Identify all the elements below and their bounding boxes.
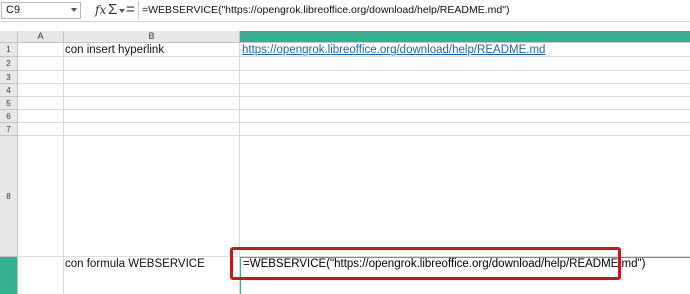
row-header-4[interactable]: 4: [0, 84, 18, 97]
formula-bar: C9 fx Σ = =WEBSERVICE("https://opengrok.…: [0, 0, 690, 22]
formula-icon[interactable]: =: [126, 1, 135, 18]
chevron-down-icon[interactable]: [71, 8, 77, 12]
highlight-annotation-box: [230, 247, 621, 280]
gridline: [18, 135, 690, 136]
gridline: [18, 122, 690, 123]
row-header-9[interactable]: [0, 257, 18, 294]
gridline: [18, 109, 690, 110]
formula-input[interactable]: =WEBSERVICE("https://opengrok.libreoffic…: [138, 2, 690, 19]
row-header-1[interactable]: 1: [0, 43, 18, 57]
sum-dropdown-icon[interactable]: [119, 9, 125, 13]
row-header-8[interactable]: 8: [0, 136, 18, 257]
column-header-a[interactable]: A: [18, 31, 64, 43]
gridline: [18, 83, 690, 84]
row-header-3[interactable]: 3: [0, 71, 18, 84]
gridline: [63, 43, 64, 294]
hyperlink-cell-c2[interactable]: https://opengrok.libreoffice.org/downloa…: [242, 43, 545, 57]
name-box[interactable]: C9: [1, 2, 81, 19]
column-header-b[interactable]: B: [64, 31, 240, 43]
column-header-c[interactable]: [240, 31, 690, 43]
row-header-7[interactable]: 7: [0, 123, 18, 136]
row-header-5[interactable]: 5: [0, 97, 18, 110]
cell-b9[interactable]: con formula WEBSERVICE: [65, 257, 205, 271]
name-box-value: C9: [6, 4, 21, 16]
cell-b2[interactable]: con insert hyperlink: [65, 43, 164, 57]
row-header-6[interactable]: 6: [0, 110, 18, 123]
row-header-2[interactable]: 2: [0, 57, 18, 71]
function-wizard-icon[interactable]: fx: [95, 3, 106, 17]
sum-icon[interactable]: Σ: [108, 1, 117, 18]
gridline: [18, 96, 690, 97]
gridline: [18, 70, 690, 71]
select-all-corner[interactable]: [0, 31, 18, 43]
